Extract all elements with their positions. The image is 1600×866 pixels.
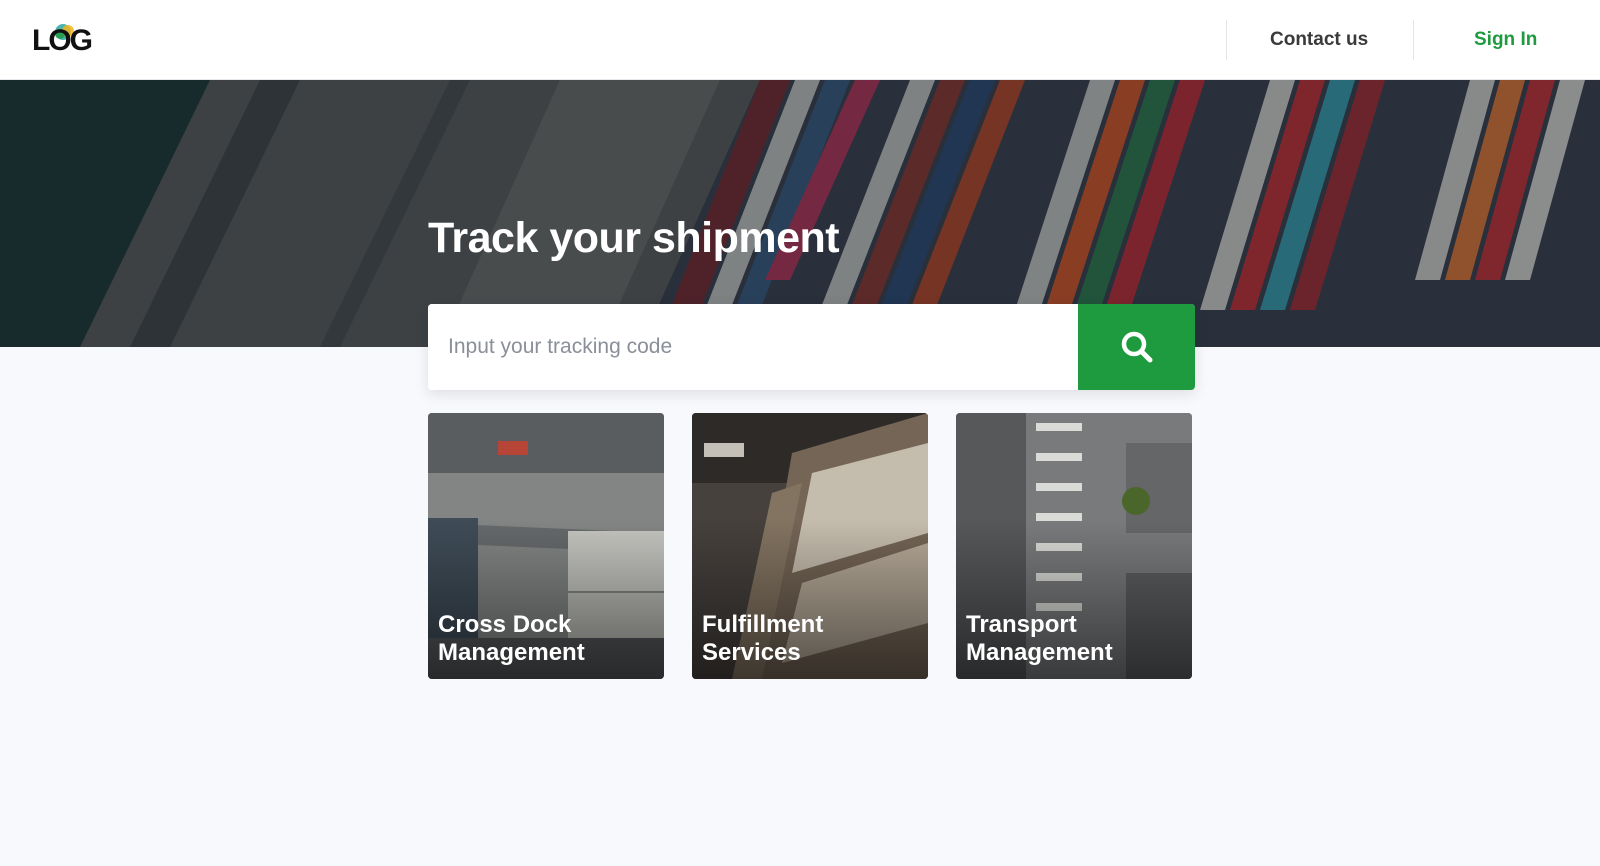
logo[interactable]: LOG <box>32 22 96 58</box>
search-icon <box>1121 331 1152 363</box>
card-title: Fulfillment Services <box>702 611 824 666</box>
top-navbar: LOG Contact us Sign In <box>0 0 1600 80</box>
search-button[interactable] <box>1078 304 1195 390</box>
nav-divider <box>1226 20 1227 60</box>
tracking-code-input[interactable] <box>428 304 1078 390</box>
card-title: Transport Management <box>966 611 1113 666</box>
page-title: Track your shipment <box>428 214 840 262</box>
contact-us-link[interactable]: Contact us <box>1270 26 1368 54</box>
service-card-cross-dock[interactable]: Cross Dock Management <box>428 413 664 679</box>
service-card-transport[interactable]: Transport Management <box>956 413 1192 679</box>
card-title: Cross Dock Management <box>438 611 585 666</box>
nav-divider <box>1413 20 1414 60</box>
service-card-fulfillment[interactable]: Fulfillment Services <box>692 413 928 679</box>
sign-in-link[interactable]: Sign In <box>1474 26 1537 54</box>
tracking-search-bar <box>428 304 1195 390</box>
logo-text: LOG <box>32 24 93 57</box>
